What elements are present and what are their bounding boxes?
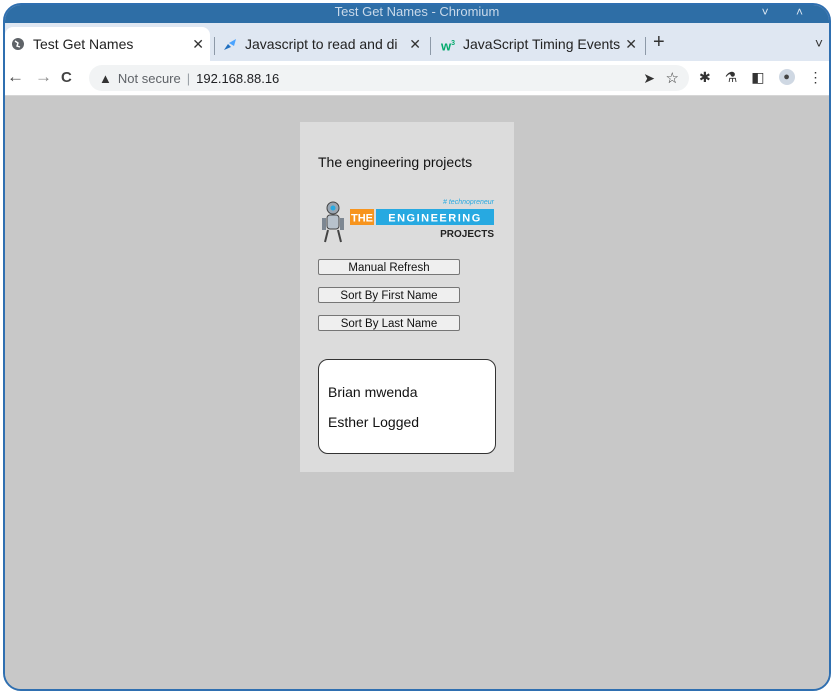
tab-javascript-read[interactable]: Javascript to read and di ✕ (217, 27, 427, 61)
browser-window: Test Get Names - Chromium ˅ ˄ Test Get N… (3, 3, 831, 691)
tab-label: JavaScript Timing Events (463, 36, 621, 52)
security-label: Not secure (117, 70, 181, 86)
page-viewport: The engineering projects # technopreneur… (5, 96, 829, 689)
extension-area: ✱ ⚗ ◧ ● ⋮ (699, 69, 823, 86)
reload-icon[interactable]: C (61, 69, 72, 86)
globe-icon (12, 38, 24, 50)
send-icon[interactable]: ➤ (643, 70, 655, 87)
tab-close-icon[interactable]: ✕ (192, 36, 204, 53)
names-list: Brian mwenda Esther Logged (318, 359, 496, 454)
warning-triangle-icon[interactable]: ▲ (99, 71, 112, 86)
logo-tag: # technopreneur (443, 199, 495, 206)
tab-search-chevron-icon[interactable]: ˅ (815, 35, 823, 51)
profile-avatar-icon[interactable]: ● (778, 69, 795, 85)
tab-label: Javascript to read and di (245, 36, 398, 52)
engineering-projects-logo: # technopreneur THE ENGINEERING PROJECTS (322, 199, 495, 243)
logo-word-projects: PROJECTS (440, 229, 494, 240)
side-panel-icon[interactable]: ◧ (751, 69, 764, 86)
window-controls[interactable]: ˅ ˄ (762, 5, 815, 19)
logo-word-engineering: ENGINEERING (388, 213, 482, 225)
list-item: Esther Logged (328, 414, 420, 430)
browser-toolbar: ← → C ▲ Not secure | 192.168.88.16 ➤ ☆ ✱… (5, 61, 829, 96)
manual-refresh-button[interactable]: Manual Refresh (318, 259, 460, 275)
sort-first-name-button[interactable]: Sort By First Name (318, 287, 460, 303)
tab-test-get-names[interactable]: Test Get Names ✕ (5, 27, 210, 61)
window-titlebar: Test Get Names - Chromium ˅ ˄ (5, 5, 829, 25)
names-card: The engineering projects # technopreneur… (300, 122, 514, 472)
w3-icon: w3 (441, 38, 456, 54)
window-title: Test Get Names - Chromium (334, 4, 500, 19)
tab-close-icon[interactable]: ✕ (625, 36, 637, 53)
page-title: The engineering projects (318, 154, 473, 170)
tab-label: Test Get Names (33, 36, 134, 52)
forward-arrow-icon[interactable]: → (35, 67, 52, 87)
address-bar[interactable]: ▲ Not secure | 192.168.88.16 ➤ ☆ (89, 65, 689, 91)
sort-last-name-button[interactable]: Sort By Last Name (318, 315, 460, 331)
tab-close-icon[interactable]: ✕ (409, 36, 421, 53)
bookmark-star-icon[interactable]: ☆ (666, 69, 679, 87)
new-tab-button[interactable]: + (653, 31, 665, 54)
back-arrow-icon[interactable]: ← (7, 67, 24, 87)
tab-divider (645, 37, 646, 55)
robot-icon (322, 201, 344, 243)
tab-js-timing[interactable]: w3 JavaScript Timing Events ✕ (435, 27, 643, 61)
menu-kebab-icon[interactable]: ⋮ (809, 69, 823, 86)
tab-divider (214, 37, 215, 55)
tab-divider (430, 37, 431, 55)
omnibox-divider: | (186, 70, 191, 86)
lab-flask-icon[interactable]: ⚗ (725, 69, 738, 86)
list-item: Brian mwenda (328, 384, 418, 400)
url-text[interactable]: 192.168.88.16 (196, 71, 279, 86)
tab-strip: Test Get Names ✕ Javascript to read and … (5, 23, 829, 61)
stack-icon (224, 39, 236, 50)
extensions-puzzle-icon[interactable]: ✱ (699, 69, 711, 86)
logo-word-the: THE (351, 213, 373, 225)
